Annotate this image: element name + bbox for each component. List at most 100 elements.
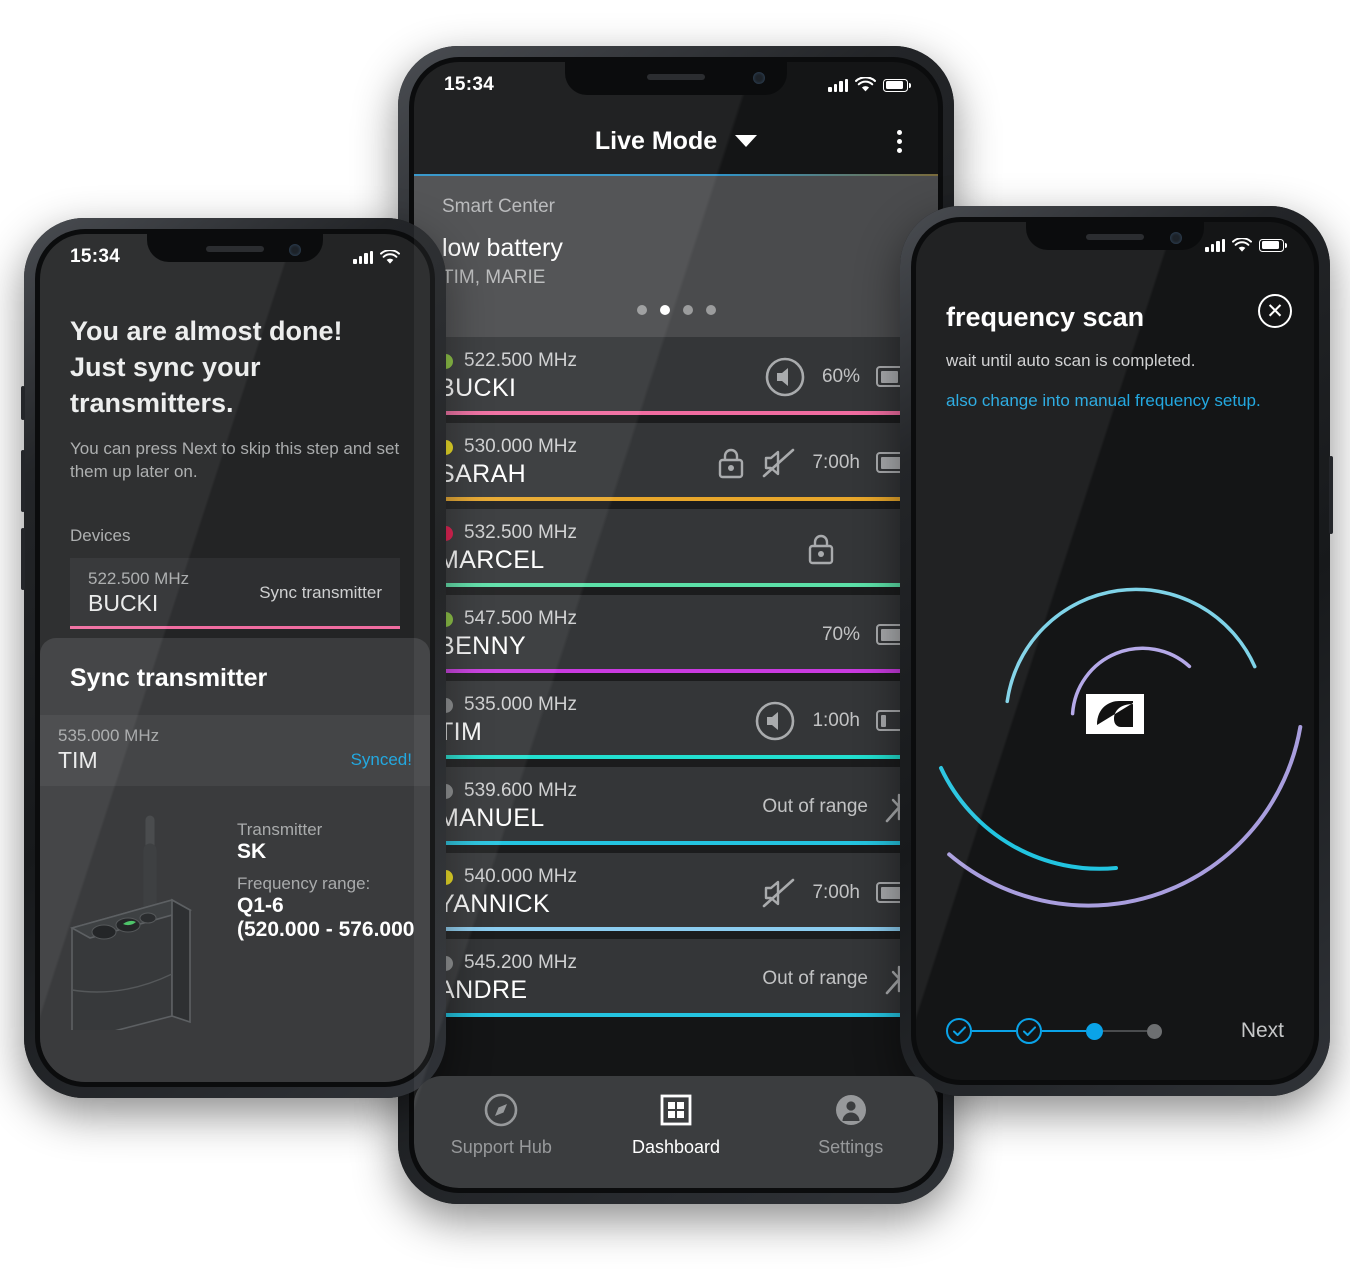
- device-frequency-line: 545.200 MHz: [438, 952, 762, 974]
- check-icon: [1022, 1025, 1036, 1036]
- page-title[interactable]: Live Mode: [595, 127, 717, 156]
- sennheiser-logo: [1086, 694, 1144, 734]
- sync-transmitter-action[interactable]: Sync transmitter: [259, 583, 382, 603]
- table-row[interactable]: 532.500 MHz MARCEL: [416, 509, 936, 587]
- speaker-on-circle-icon[interactable]: [764, 356, 806, 398]
- device-indicators: Out of range: [762, 960, 914, 998]
- tab-dashboard[interactable]: Dashboard: [589, 1092, 764, 1158]
- step-1-complete[interactable]: [946, 1018, 972, 1044]
- lock-icon[interactable]: [716, 446, 746, 480]
- close-icon[interactable]: ✕: [1258, 294, 1292, 328]
- table-row[interactable]: 535.000 MHz TIM 1:00h: [416, 681, 936, 759]
- device-indicators: 1:00h: [754, 700, 918, 742]
- table-row[interactable]: 530.000 MHz SARAH 7:00h: [416, 423, 936, 501]
- mute-switch[interactable]: [21, 386, 25, 420]
- device-accent-bar: [416, 669, 936, 673]
- center-status-icons: [828, 77, 911, 93]
- bodypack-transmitter-illustration: [69, 815, 193, 1030]
- frequency-range-span: (520.000 - 576.000: [237, 918, 415, 941]
- earpiece-speaker: [1086, 234, 1144, 240]
- device-name: YANNICK: [438, 890, 551, 918]
- tab-support-hub[interactable]: Support Hub: [414, 1092, 589, 1158]
- tab-label: Support Hub: [450, 1137, 552, 1157]
- device-frequency-line: 540.000 MHz: [438, 866, 762, 888]
- grid-icon: [660, 1094, 692, 1126]
- step-2-complete[interactable]: [1016, 1018, 1042, 1044]
- table-row[interactable]: 539.600 MHz MANUEL Out of range: [416, 767, 936, 845]
- lock-icon[interactable]: [806, 532, 836, 566]
- step-3-active[interactable]: [1086, 1022, 1103, 1040]
- device-info: 530.000 MHz SARAH: [438, 436, 716, 489]
- page-dot[interactable]: [705, 305, 716, 315]
- battery-icon: [1259, 238, 1287, 252]
- center-phone-screen: 15:34 Live Mode Smart Center low battery…: [414, 62, 938, 1188]
- device-accent-bar: [416, 841, 936, 845]
- left-status-time: 15:34: [70, 246, 121, 267]
- device-accent-bar: [416, 411, 936, 415]
- next-button[interactable]: Next: [1241, 1019, 1284, 1043]
- front-camera: [1170, 232, 1182, 244]
- list-item[interactable]: 522.500 MHz BUCKI Sync transmitter: [70, 557, 400, 629]
- smart-center-card[interactable]: Smart Center low battery TIM, MARIE: [414, 176, 938, 337]
- left-device-name: BUCKI: [88, 589, 159, 616]
- page-dot-active[interactable]: [659, 305, 670, 315]
- left-status-icons: [353, 249, 400, 265]
- sheet-device-frequency: 535.000 MHz: [58, 726, 160, 745]
- cellular-bars-icon: [828, 78, 848, 92]
- stepper-connector: [1042, 1029, 1086, 1033]
- device-accent-bar: [416, 497, 936, 501]
- page-dot[interactable]: [636, 305, 647, 315]
- page-dots[interactable]: [442, 289, 910, 327]
- device-frequency: 540.000 MHz: [464, 866, 578, 887]
- battery-level-text: 60%: [821, 365, 860, 387]
- earpiece-speaker: [206, 246, 264, 252]
- status-badge: Out of range: [762, 967, 868, 989]
- device-frequency-line: 535.000 MHz: [438, 694, 754, 716]
- right-phone-screen: ✕ frequency scan wait until auto scan is…: [916, 222, 1314, 1080]
- device-frequency: 532.500 MHz: [464, 522, 578, 543]
- table-row[interactable]: 540.000 MHz YANNICK 7:00h: [416, 853, 936, 931]
- center-status-time: 15:34: [444, 74, 495, 95]
- chevron-down-icon[interactable]: [735, 135, 758, 147]
- manual-setup-link[interactable]: also change into manual frequency setup.: [946, 389, 1284, 413]
- device-name: MANUEL: [438, 804, 545, 832]
- battery-level-text: 70%: [821, 623, 860, 645]
- device-info: 540.000 MHz YANNICK: [438, 866, 762, 919]
- table-row[interactable]: 547.500 MHz BENNY 70%: [416, 595, 936, 673]
- left-device-accent: [70, 625, 400, 629]
- device-accent-bar: [416, 1013, 936, 1017]
- sheet-device-row[interactable]: 535.000 MHz TIM Synced!: [40, 715, 430, 786]
- step-4-inactive[interactable]: [1147, 1023, 1162, 1039]
- battery-icon: [883, 78, 911, 92]
- sheet-title: Sync transmitter: [70, 664, 268, 692]
- page-dot[interactable]: [682, 305, 693, 315]
- volume-down-button[interactable]: [21, 528, 25, 590]
- tab-settings[interactable]: Settings: [763, 1092, 938, 1158]
- device-indicators: 7:00h: [716, 446, 918, 480]
- device-name: MARCEL: [438, 546, 545, 574]
- device-indicators: 7:00h: [762, 877, 918, 909]
- sync-transmitter-sheet: Sync transmitter 535.000 MHz TIM Synced!: [40, 638, 430, 1082]
- device-indicators: [806, 532, 914, 566]
- left-phone: 15:34 You are almost done! Just sync you…: [21, 218, 446, 1098]
- table-row[interactable]: 545.200 MHz ANDRE Out of range: [416, 939, 936, 1017]
- left-notch: [147, 234, 323, 262]
- device-frequency: 522.500 MHz: [464, 350, 578, 371]
- device-frequency-line: 547.500 MHz: [438, 608, 822, 630]
- power-button[interactable]: [1329, 456, 1333, 534]
- table-row[interactable]: 522.500 MHz BUCKI 60%: [416, 337, 936, 415]
- bottom-tab-bar: Support Hub Dashboard Settings: [414, 1076, 938, 1188]
- device-name: BENNY: [438, 632, 527, 660]
- speaker-muted-icon[interactable]: [762, 877, 796, 909]
- kebab-menu-icon[interactable]: [891, 124, 908, 159]
- speaker-on-circle-icon[interactable]: [754, 700, 796, 742]
- left-heading-line2: Just sync your transmitters.: [70, 351, 261, 418]
- cellular-bars-icon: [353, 250, 373, 264]
- device-indicators: Out of range: [762, 788, 914, 826]
- device-frequency-line: 522.500 MHz: [438, 350, 764, 372]
- wifi-icon: [855, 77, 876, 92]
- volume-up-button[interactable]: [21, 450, 25, 512]
- transmitter-detail: Transmitter SK Frequency range: Q1-6 (52…: [40, 786, 430, 1030]
- speaker-muted-icon[interactable]: [762, 447, 796, 479]
- smart-center-subtitle: TIM, MARIE: [442, 267, 546, 288]
